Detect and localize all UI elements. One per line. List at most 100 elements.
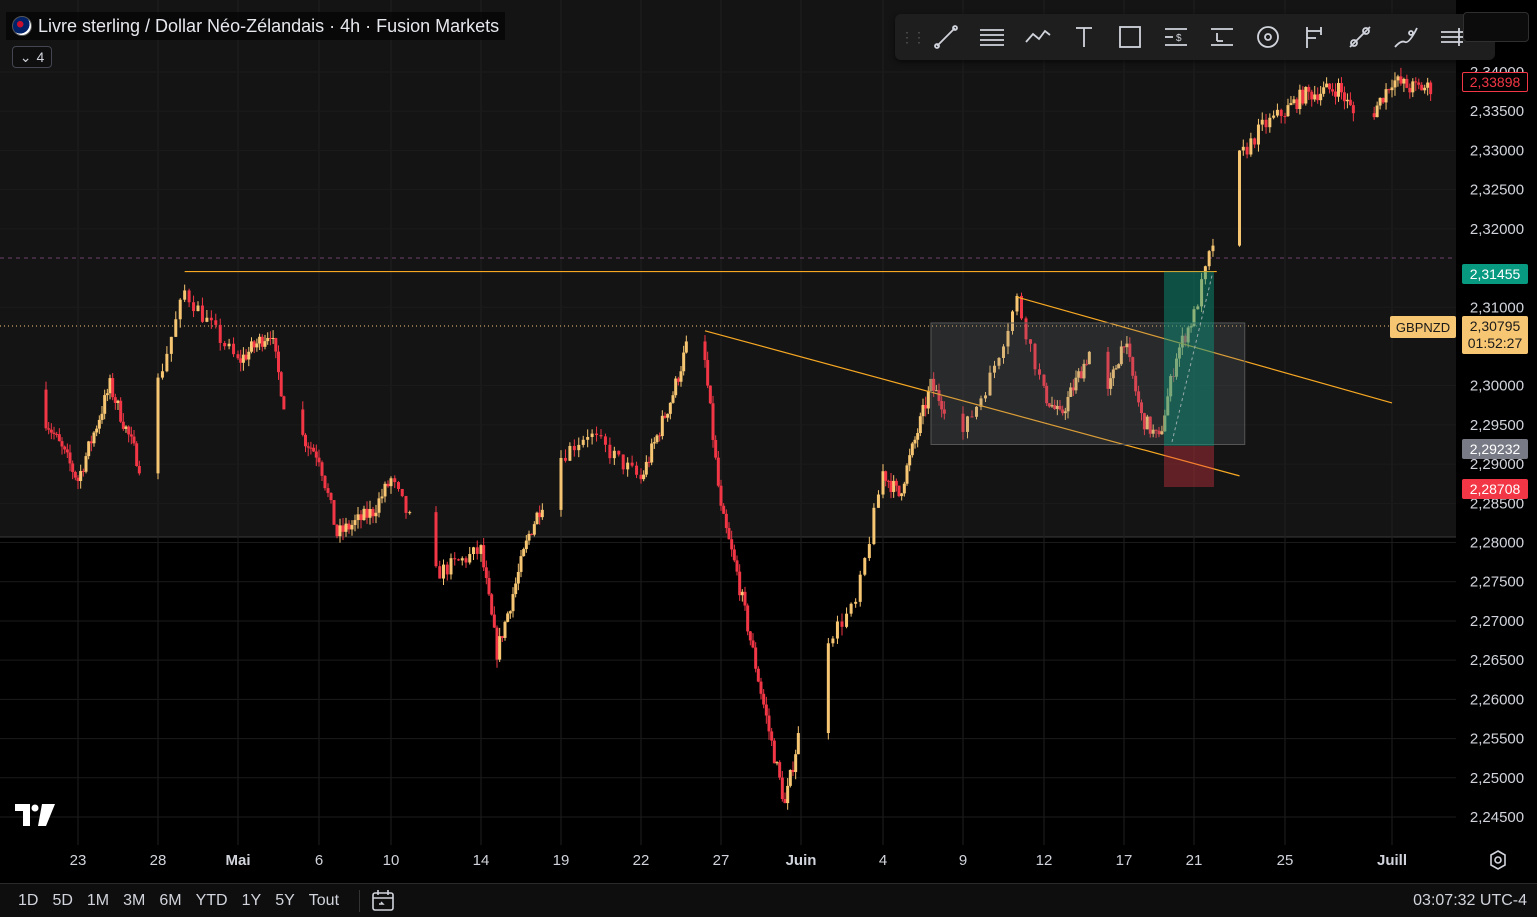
candle-body [881, 471, 885, 495]
candle-body [347, 523, 351, 530]
range-button-5y[interactable]: 5Y [269, 888, 301, 914]
candle-body [408, 512, 412, 514]
candle-body [754, 647, 758, 669]
candle-body [905, 465, 909, 484]
range-button-ytd[interactable]: YTD [190, 888, 234, 914]
candle-body [132, 436, 136, 444]
symbol-header[interactable]: Livre sterling / Dollar Néo-Zélandais · … [6, 12, 506, 40]
candle-body [453, 558, 457, 560]
trend-line-icon[interactable] [923, 18, 969, 56]
time-tick-label: 10 [383, 852, 400, 869]
candle-body [711, 403, 715, 440]
candle-body [306, 446, 310, 448]
range-button-1y[interactable]: 1Y [236, 888, 268, 914]
entry-price-label: 2,29232 [1462, 439, 1528, 459]
candle-body [511, 594, 515, 612]
long-position-icon[interactable] [1199, 18, 1245, 56]
indicators-count: 4 [36, 49, 45, 65]
candle-body [84, 456, 88, 472]
candle-body [389, 478, 393, 487]
price-tick-label: 2,33000 [1470, 142, 1524, 159]
candle-body [921, 404, 925, 417]
candle-body [1245, 146, 1249, 155]
rectangle-icon[interactable] [1107, 18, 1153, 56]
price-range-icon[interactable]: $ [1153, 18, 1199, 56]
bottom-toolbar: 1D 5D 1M 3M 6M YTD 1Y 5Y Tout 03:07:32 UTC-4 [0, 883, 1537, 917]
candle-body [759, 681, 763, 694]
candle-body [250, 341, 253, 352]
text-icon[interactable] [1061, 18, 1107, 56]
candle-body [255, 343, 259, 348]
candle-body [639, 474, 643, 480]
time-tick-label: 19 [553, 852, 570, 869]
candle-body [650, 443, 654, 463]
projection-icon[interactable] [1291, 18, 1337, 56]
candle-body [1298, 89, 1302, 110]
candle-body [630, 462, 634, 466]
candle-body [1402, 78, 1406, 84]
candle-body [1304, 86, 1308, 104]
candle-body [666, 413, 670, 418]
candle-body [1372, 113, 1376, 118]
chart-menu-button[interactable] [1463, 12, 1529, 42]
candle-body [434, 512, 438, 567]
candle-body [796, 733, 800, 755]
candle-body [52, 432, 56, 434]
candle-body [227, 343, 231, 347]
price-note-icon[interactable] [1337, 18, 1383, 56]
candle-body [76, 477, 80, 482]
price-tick-label: 2,33500 [1470, 103, 1524, 120]
price-tick-label: 2,31000 [1470, 299, 1524, 316]
range-button-5d[interactable]: 5D [46, 888, 78, 914]
fib-retracement-icon[interactable] [969, 18, 1015, 56]
candle-body [612, 450, 616, 459]
candle-body [892, 480, 896, 492]
candle-body [708, 385, 712, 404]
candle-body [522, 549, 526, 557]
candle-body [1253, 138, 1257, 145]
candle-body [1429, 82, 1433, 95]
drawing-toolbar: ⋮⋮ $ [895, 14, 1495, 60]
candle-body [1307, 86, 1311, 92]
time-tick-label: 21 [1186, 852, 1203, 869]
candle-body [926, 391, 930, 409]
candle-body [748, 631, 752, 641]
candle-body [703, 341, 707, 361]
candle-body [1283, 116, 1287, 118]
candle-body [876, 494, 880, 508]
candle-body [449, 558, 453, 575]
candle-body [519, 556, 523, 572]
candle-body [1316, 94, 1320, 101]
range-button-1d[interactable]: 1D [12, 888, 44, 914]
candle-body [65, 449, 69, 453]
candle-body [775, 762, 779, 764]
candle-body [1390, 87, 1394, 91]
candle-body [608, 444, 612, 459]
candle-body [335, 524, 339, 537]
candle-body [266, 337, 270, 342]
candle-body [196, 305, 200, 312]
chart-canvas[interactable]: 2,340002,335002,330002,325002,320002,310… [0, 0, 1537, 917]
indicators-toggle-button[interactable]: ⌄ 4 [12, 46, 52, 68]
candle-body [457, 559, 460, 561]
timezone-clock[interactable]: 03:07:32 UTC-4 [1413, 884, 1527, 917]
range-button-1m[interactable]: 1M [81, 888, 115, 914]
range-button-tout[interactable]: Tout [303, 888, 345, 914]
target-icon[interactable] [1245, 18, 1291, 56]
candle-body [129, 434, 133, 437]
candle-body [1378, 97, 1382, 106]
candle-body [1256, 124, 1260, 145]
candle-body [309, 447, 313, 449]
candle-body [178, 299, 182, 320]
goto-date-icon[interactable] [370, 888, 396, 914]
range-button-6m[interactable]: 6M [153, 888, 187, 914]
path-icon[interactable] [1015, 18, 1061, 56]
candle-body [1015, 295, 1019, 312]
range-button-3m[interactable]: 3M [117, 888, 151, 914]
drag-handle-icon[interactable]: ⋮⋮ [900, 22, 926, 52]
axis-settings-icon[interactable] [1487, 849, 1509, 871]
price-tick-label: 2,26000 [1470, 691, 1524, 708]
candle-body [1426, 82, 1430, 88]
candle-body [241, 354, 245, 363]
brush-icon[interactable] [1383, 18, 1429, 56]
